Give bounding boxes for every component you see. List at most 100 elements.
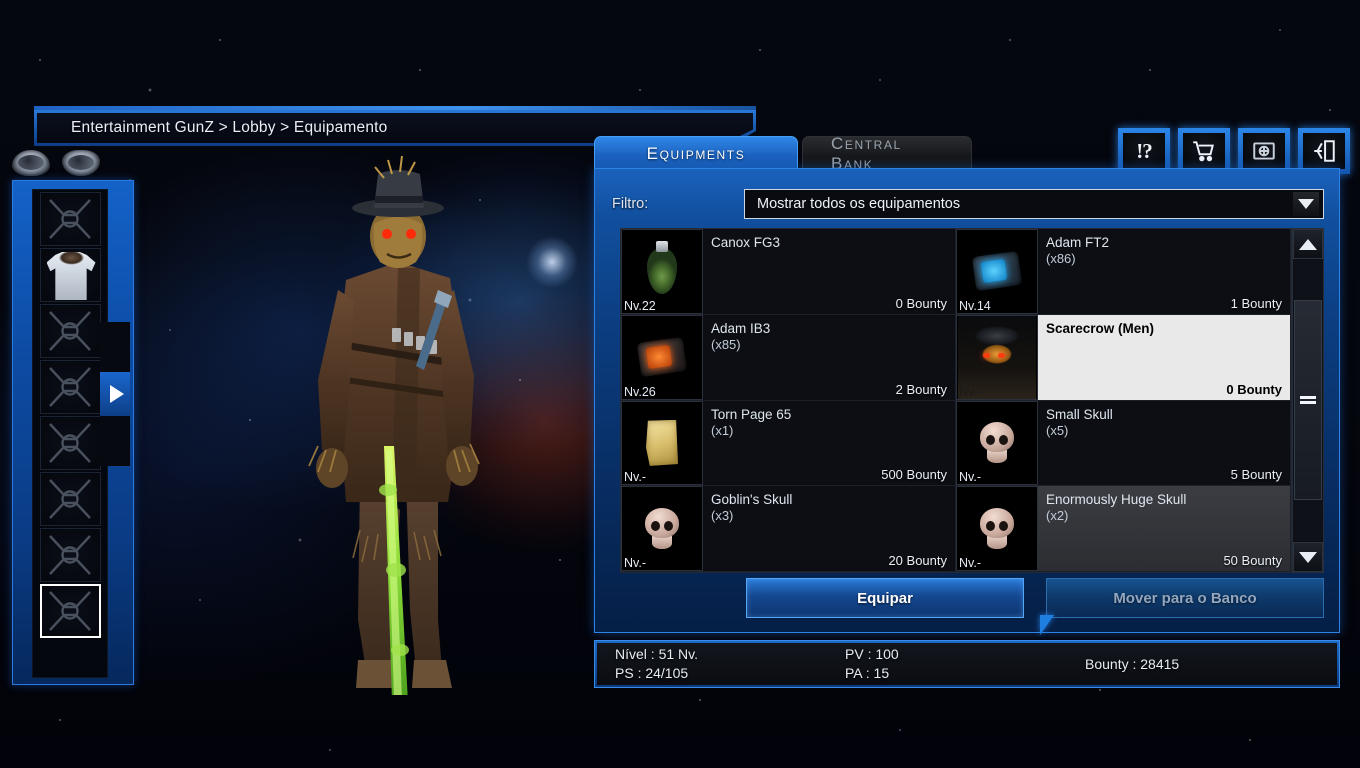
scroll-up-button[interactable] [1293, 229, 1323, 259]
equipment-slot-4[interactable] [39, 360, 101, 414]
item-thumbnail: Nv.- [956, 486, 1038, 571]
help-icon: !? [1123, 133, 1165, 169]
game-screen: Entertainment GunZ > Lobby > Equipamento [0, 0, 1360, 768]
skull-icon [980, 422, 1014, 464]
empty-slot-icon [41, 193, 100, 245]
breadcrumb-top-accent [34, 106, 756, 110]
exit-icon [1303, 133, 1345, 169]
equipment-slot-5[interactable] [39, 416, 101, 470]
status-bounty: Bounty : 28415 [1085, 655, 1180, 672]
item-row[interactable]: Nv.- Small Skull (x5) 5 Bounty [956, 400, 1291, 487]
move-to-bank-button-label: Mover para o Banco [1113, 589, 1257, 607]
equip-button[interactable]: Equipar [746, 578, 1024, 618]
equipment-slot-8[interactable] [39, 584, 101, 638]
tab-central-bank[interactable]: Central Bank [802, 134, 972, 173]
item-bounty: 0 Bounty [1226, 381, 1282, 397]
move-to-bank-button[interactable]: Mover para o Banco [1046, 578, 1324, 618]
status-inner: Nível : 51 Nv. PS : 24/105 PV : 100 PA :… [597, 643, 1337, 685]
equipment-slot-6[interactable] [39, 472, 101, 526]
item-list-scrollbar[interactable] [1292, 228, 1324, 573]
skull-icon [645, 508, 679, 550]
item-row-selected[interactable]: Nv.- Scarecrow (Men) 0 Bounty [956, 314, 1291, 401]
empty-slot-icon [41, 529, 100, 581]
breadcrumb-text: Entertainment GunZ > Lobby > Equipamento [71, 119, 388, 136]
status-level-column: Nível : 51 Nv. PS : 24/105 [615, 645, 845, 683]
scrollbar-track[interactable] [1293, 260, 1323, 541]
item-row[interactable]: Nv.- Goblin's Skull (x3) 20 Bounty [621, 486, 956, 572]
item-info: Scarecrow (Men) 0 Bounty [1038, 315, 1290, 400]
tab-equipments[interactable]: Equipments [594, 136, 798, 170]
item-name: Enormously Huge Skull [1046, 492, 1187, 508]
item-info: Adam IB3 (x85) 2 Bounty [703, 315, 955, 400]
item-quantity: (x2) [1046, 508, 1069, 524]
item-info: Enormously Huge Skull (x2) 50 Bounty [1038, 486, 1290, 571]
item-bounty: 20 Bounty [888, 553, 947, 568]
status-vitals-column: PV : 100 PA : 15 [845, 645, 1085, 683]
item-thumbnail: Nv.14 [956, 229, 1038, 314]
filter-row: Filtro: Mostrar todos os equipamentos [612, 188, 1324, 220]
status-bounty-column: Bounty : 28415 [1085, 655, 1179, 674]
equipment-slot-list [32, 189, 108, 678]
item-row[interactable]: Nv.26 Adam IB3 (x85) 2 Bounty [621, 314, 956, 401]
equip-button-label: Equipar [857, 589, 913, 607]
cursor-pointer-icon [1040, 615, 1054, 635]
status-level: Nível : 51 Nv. [615, 646, 698, 662]
item-level: Nv.14 [959, 298, 991, 313]
item-row[interactable]: Nv.22 Canox FG3 0 Bounty [621, 229, 956, 315]
character-preview[interactable] [288, 150, 518, 702]
character-status-bar: Nível : 51 Nv. PS : 24/105 PV : 100 PA :… [594, 640, 1340, 688]
item-grid: Nv.22 Canox FG3 0 Bounty Nv.14 Adam FT2 … [620, 228, 1292, 573]
item-row[interactable]: Nv.- Torn Page 65 (x1) 500 Bounty [621, 400, 956, 487]
panel-tabs: Equipments Central Bank [594, 134, 972, 173]
item-quantity: (x5) [1046, 422, 1069, 438]
scrollbar-thumb[interactable] [1294, 300, 1322, 500]
item-level: Nv.- [624, 556, 646, 570]
item-name: Small Skull [1046, 406, 1113, 422]
item-info: Canox FG3 0 Bounty [703, 229, 955, 314]
shirt-item-icon [46, 252, 96, 300]
equipment-slot-2[interactable] [39, 248, 101, 302]
rank-emblem-icon [12, 150, 50, 176]
slot-next-button[interactable] [100, 372, 130, 416]
grenade-icon [647, 241, 677, 295]
action-buttons: Equipar Mover para o Banco [746, 578, 1324, 618]
item-level: Nv.22 [624, 298, 656, 313]
status-ps: PS : 24/105 [615, 665, 689, 681]
item-row[interactable]: Nv.14 Adam FT2 (x86) 1 Bounty [956, 229, 1291, 315]
play-arrow-icon [109, 385, 124, 403]
item-thumbnail: Nv.- [956, 314, 1038, 400]
scroll-up-arrow-icon [1299, 238, 1317, 250]
item-row-hover[interactable]: Nv.- Enormously Huge Skull (x2) 50 Bount… [956, 486, 1291, 572]
item-name: Adam IB3 [711, 320, 771, 336]
chevron-down-icon[interactable] [1293, 192, 1319, 216]
filter-dropdown[interactable]: Mostrar todos os equipamentos [744, 189, 1324, 219]
torn-page-icon [646, 419, 678, 466]
item-level: Nv.- [959, 470, 981, 485]
filter-selected-value: Mostrar todos os equipamentos [757, 196, 961, 212]
empty-slot-icon [41, 417, 100, 469]
vault-icon [1243, 133, 1285, 169]
item-level: Nv.- [959, 384, 981, 399]
item-name: Adam FT2 [1046, 235, 1110, 250]
equipment-slot-3[interactable] [39, 304, 101, 358]
item-bounty: 1 Bounty [1230, 295, 1282, 311]
item-level: Nv.- [624, 470, 646, 485]
equipment-slot-7[interactable] [39, 528, 101, 582]
item-name: Goblin's Skull [711, 492, 793, 508]
scroll-down-button[interactable] [1293, 542, 1323, 572]
shop-cart-icon [1183, 133, 1225, 169]
ammo-box-blue-icon [971, 251, 1023, 292]
item-thumbnail: Nv.- [956, 400, 1038, 486]
item-level: Nv.26 [624, 384, 656, 399]
item-quantity: (x1) [711, 422, 734, 438]
equipment-slot-1[interactable] [39, 192, 101, 246]
item-thumbnail: Nv.22 [621, 229, 703, 314]
item-quantity: (x85) [711, 336, 741, 352]
item-level: Nv.- [959, 556, 981, 570]
scroll-down-arrow-icon [1299, 551, 1317, 563]
item-info: Small Skull (x5) 5 Bounty [1038, 401, 1290, 486]
item-info: Torn Page 65 (x1) 500 Bounty [703, 401, 955, 486]
item-info: Goblin's Skull (x3) 20 Bounty [703, 486, 955, 571]
item-bounty: 5 Bounty [1230, 467, 1282, 483]
item-thumbnail: Nv.26 [621, 314, 703, 400]
